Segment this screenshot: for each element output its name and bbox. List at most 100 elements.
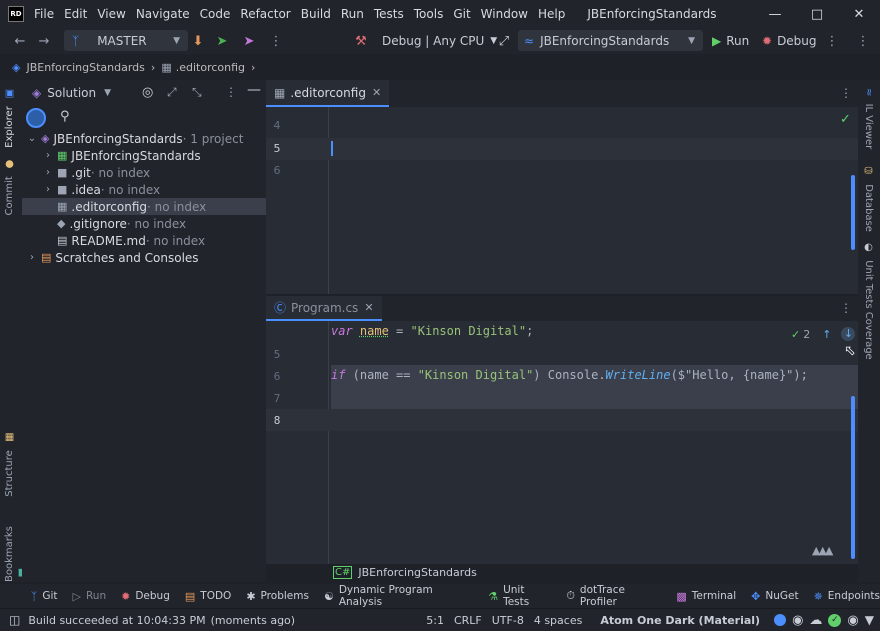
editor-options-icon[interactable]: ⋮ <box>840 86 852 100</box>
tool-debug[interactable]: ✹ Debug <box>121 590 170 603</box>
menu-help[interactable]: Help <box>538 7 565 21</box>
editorconfig-editor[interactable]: ▦ .editorconfig ✕ ⋮ 4 5 6 ✓ <box>266 80 858 294</box>
explorer-options-icon[interactable]: ⋮ <box>225 85 237 99</box>
status-message[interactable]: Build succeeded at 10:04:33 PM <box>28 614 205 627</box>
run-button[interactable]: ▶ Run <box>712 28 749 54</box>
push-icon[interactable]: ➤ <box>241 28 257 54</box>
close-icon[interactable]: ✕ <box>364 301 373 314</box>
previous-highlight-icon[interactable]: ↑ <box>822 328 831 341</box>
menu-window[interactable]: Window <box>481 7 528 21</box>
expand-icon[interactable]: ⤢ <box>496 28 512 54</box>
menu-build[interactable]: Build <box>301 7 331 21</box>
editor-options-icon[interactable]: ⋮ <box>840 301 852 315</box>
menu-edit[interactable]: Edit <box>64 7 87 21</box>
reader-mode-icon[interactable]: ▲▲▲ <box>812 544 833 557</box>
tool-dottrace-profiler[interactable]: ⏱ dotTrace Profiler <box>566 584 661 608</box>
tree-item[interactable]: ▤ README.md · no index <box>22 232 266 249</box>
menu-navigate[interactable]: Navigate <box>136 7 190 21</box>
build-hammer-icon[interactable]: ⚒ <box>352 28 370 54</box>
hide-panel-icon[interactable]: — <box>247 82 261 98</box>
tool-todo[interactable]: ▤ TODO <box>185 590 231 603</box>
collapse-all-icon[interactable]: ⤡ <box>192 85 202 100</box>
configuration-selector[interactable]: Debug | Any CPU ▼ <box>382 28 497 54</box>
chevron-right-icon[interactable]: › <box>42 150 54 161</box>
breadcrumb-project[interactable]: JBEnforcingStandards <box>26 61 144 74</box>
maximize-icon[interactable]: □ <box>796 0 838 28</box>
tool-run[interactable]: ▷ Run <box>73 590 107 603</box>
git-more-icon[interactable]: ⋮ <box>270 28 283 54</box>
eye-icon[interactable]: ◉ <box>847 613 858 628</box>
tree-item[interactable]: ◆ .gitignore · no index <box>22 215 266 232</box>
tab-editorconfig[interactable]: ▦ .editorconfig ✕ <box>266 80 390 107</box>
tool-dynamic-program-analysis[interactable]: ☯ Dynamic Program Analysis <box>324 584 473 608</box>
code-analysis-ok-icon[interactable]: ✓ <box>828 613 842 627</box>
debug-button[interactable]: ✹ Debug <box>762 28 817 54</box>
run-configuration-selector[interactable]: ≈ JBEnforcingStandards ▼ <box>518 30 703 51</box>
minimize-icon[interactable]: — <box>754 0 796 28</box>
program-cs-editor[interactable]: Ⓒ Program.cs ✕ ⋮ var name = "Kinson Digi… <box>266 296 858 564</box>
indent-setting[interactable]: 4 spaces <box>534 614 583 627</box>
chevron-right-icon[interactable]: › <box>42 167 54 178</box>
menu-refactor[interactable]: Refactor <box>240 7 290 21</box>
scrollbar-thumb[interactable] <box>851 396 855 559</box>
code-breadcrumb-label[interactable]: JBEnforcingStandards <box>358 566 476 579</box>
caret-position[interactable]: 5:1 <box>426 614 444 627</box>
update-project-icon[interactable]: ⬇ <box>190 28 206 54</box>
commit-tool-tab[interactable]: Commit ● <box>4 158 15 215</box>
file-system-icon[interactable] <box>26 108 46 128</box>
tool-problems[interactable]: ✱ Problems <box>246 590 309 603</box>
il-viewer-tool-tab[interactable]: ≈ IL Viewer <box>863 88 874 149</box>
structure-tool-tab[interactable]: Structure ▦ <box>4 432 15 497</box>
breadcrumb-file[interactable]: .editorconfig <box>176 61 245 74</box>
explorer-view-selector[interactable]: Solution <box>47 86 96 100</box>
tool-endpoints[interactable]: ✵ Endpoints <box>814 590 880 603</box>
toolchain-icon[interactable]: ◉ <box>792 613 803 628</box>
expand-all-icon[interactable]: ⤢ <box>167 85 177 100</box>
menu-view[interactable]: View <box>97 7 125 21</box>
solution-status-icon[interactable] <box>774 614 787 626</box>
cloud-icon[interactable]: ☁ <box>809 613 822 628</box>
menu-code[interactable]: Code <box>200 7 231 21</box>
tool-unit-tests[interactable]: ⚗ Unit Tests <box>488 584 551 608</box>
build-status-icon[interactable]: ◫ <box>9 613 20 627</box>
tab-program-cs[interactable]: Ⓒ Program.cs ✕ <box>266 296 382 321</box>
forward-arrow-icon[interactable]: → <box>34 28 54 54</box>
search-icon[interactable]: ⚲ <box>60 109 70 124</box>
next-highlight-icon[interactable]: ↓ <box>841 327 856 341</box>
menu-file[interactable]: File <box>34 7 54 21</box>
tree-item[interactable]: › ■ .git · no index <box>22 164 266 181</box>
back-arrow-icon[interactable]: ← <box>10 28 30 54</box>
branch-selector[interactable]: ᛉ MASTER ▼ <box>64 30 188 51</box>
tree-item[interactable]: › ■ .idea · no index <box>22 181 266 198</box>
tree-item[interactable]: ▦ .editorconfig · no index <box>22 198 266 215</box>
tool-nuget[interactable]: ✥ NuGet <box>751 590 798 603</box>
notifications-icon[interactable]: ▼ <box>865 613 874 627</box>
tool-terminal[interactable]: ▩ Terminal <box>676 590 736 603</box>
tree-item[interactable]: › ▦ JBEnforcingStandards <box>22 147 266 164</box>
commit-icon[interactable]: ➤ <box>214 28 230 54</box>
chevron-right-icon[interactable]: › <box>26 252 38 263</box>
menu-tests[interactable]: Tests <box>374 7 404 21</box>
line-ending[interactable]: CRLF <box>454 614 482 627</box>
scrollbar-thumb[interactable] <box>851 175 855 250</box>
chevron-right-icon[interactable]: › <box>42 184 54 195</box>
run-more-icon[interactable]: ⋮ <box>826 28 839 54</box>
menu-git[interactable]: Git <box>453 7 470 21</box>
file-encoding[interactable]: UTF-8 <box>492 614 524 627</box>
unit-tests-coverage-tool-tab[interactable]: ◐ Unit Tests Coverage <box>863 242 874 360</box>
tree-item[interactable]: › ▤ Scratches and Consoles <box>22 249 266 266</box>
main-menu-icon[interactable]: ⋮ <box>857 28 870 54</box>
tree-item[interactable]: ⌄ ◈ JBEnforcingStandards · 1 project <box>22 130 266 147</box>
explorer-tool-tab[interactable]: Explorer ▣ <box>4 88 15 148</box>
menu-run[interactable]: Run <box>341 7 364 21</box>
close-icon[interactable]: ✕ <box>372 86 381 99</box>
theme-name[interactable]: Atom One Dark (Material) <box>600 614 760 627</box>
locate-file-icon[interactable]: ◎ <box>142 85 153 100</box>
chevron-down-icon[interactable]: ▼ <box>104 88 111 98</box>
menu-tools[interactable]: Tools <box>414 7 444 21</box>
close-icon[interactable]: ✕ <box>838 0 880 28</box>
tool-git[interactable]: ᛉ Git <box>31 590 58 603</box>
inspection-widget[interactable]: ✓ 2 ↑ ↓ <box>791 327 856 341</box>
database-tool-tab[interactable]: ⛁ Database <box>863 166 874 232</box>
chevron-down-icon[interactable]: ⌄ <box>26 133 38 144</box>
